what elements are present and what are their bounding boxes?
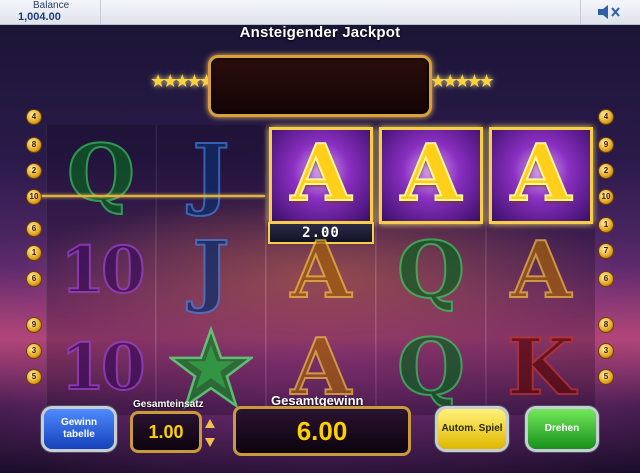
line-marker-right[interactable]: 3 (598, 343, 614, 359)
symbol-k: K (506, 321, 576, 413)
line-marker-right[interactable]: 9 (598, 137, 614, 153)
autoplay-button[interactable]: Autom. Spiel (438, 409, 506, 449)
jackpot-display (208, 55, 432, 117)
symbol-a: A (290, 224, 353, 316)
symbol-cell: K (487, 319, 595, 416)
symbol-q: Q (396, 321, 466, 413)
symbol-cell: A (267, 222, 375, 319)
total-win-value: 6.00 (233, 406, 411, 456)
line-marker-left[interactable]: 6 (26, 271, 42, 287)
symbol-cell: Q (377, 319, 485, 416)
balance-value: 1,004.00 (18, 11, 61, 23)
symbol-a: A (510, 127, 573, 219)
line-marker-right[interactable]: 5 (598, 369, 614, 385)
stake-label: Gesamteinsatz (133, 399, 204, 410)
symbol-10: 10 (59, 232, 146, 308)
sound-toggle[interactable] (580, 0, 640, 24)
symbol-cell: A (267, 125, 375, 224)
speaker-mute-icon[interactable] (596, 4, 622, 20)
reel-1: Q 10 10 (46, 125, 155, 415)
line-marker-left[interactable]: 9 (26, 317, 42, 333)
line-marker-right[interactable]: 1 (598, 217, 614, 233)
reel-3: A 2.00 A A (266, 125, 375, 415)
line-marker-left[interactable]: 10 (26, 189, 42, 205)
stars-right-icon: ★★★★★ (430, 71, 495, 91)
symbol-10: 10 (59, 329, 146, 405)
symbol-cell: Q (377, 222, 485, 319)
symbol-cell: J (157, 125, 265, 222)
line-marker-right[interactable]: 6 (598, 271, 614, 287)
star-symbol-icon (169, 325, 253, 409)
symbol-a: A (400, 127, 463, 219)
symbol-a: A (290, 127, 353, 219)
line-marker-left[interactable]: 5 (26, 369, 42, 385)
stake-value: 1.00 (130, 411, 202, 453)
symbol-cell: J (157, 222, 265, 319)
line-marker-left[interactable]: 6 (26, 221, 42, 237)
paytable-button[interactable]: Gewinn tabelle (44, 409, 114, 449)
reel-2: J J (156, 125, 265, 415)
stake-stepper-icon[interactable] (204, 418, 216, 448)
top-bar: Balance 1,004.00 (0, 0, 640, 25)
line-marker-left[interactable]: 2 (26, 163, 42, 179)
spin-button[interactable]: Drehen (528, 409, 596, 449)
reel-4: A Q Q (376, 125, 485, 415)
line-marker-right[interactable]: 2 (598, 163, 614, 179)
symbol-cell: A (377, 125, 485, 224)
balance-display: Balance 1,004.00 (0, 0, 101, 24)
line-marker-left[interactable]: 4 (26, 109, 42, 125)
reel-area: Q 10 10 J J A 2.00 A A A Q Q A A K (39, 125, 596, 415)
jackpot-title: Ansteigender Jackpot (239, 25, 401, 41)
balance-label: Balance (33, 0, 70, 11)
reel-5: A A K (486, 125, 595, 415)
symbol-cell: Q (47, 125, 155, 222)
symbol-q: Q (396, 224, 466, 316)
line-marker-left[interactable]: 3 (26, 343, 42, 359)
symbol-j: J (192, 224, 231, 316)
symbol-cell: 10 (47, 222, 155, 319)
line-marker-left[interactable]: 8 (26, 137, 42, 153)
symbol-cell: A (487, 125, 595, 224)
symbol-a: A (510, 224, 573, 316)
symbol-q: Q (66, 127, 136, 219)
stars-left-icon: ★★★★★ (150, 71, 215, 91)
line-marker-right[interactable]: 4 (598, 109, 614, 125)
line-marker-right[interactable]: 10 (598, 189, 614, 205)
line-marker-right[interactable]: 7 (598, 243, 614, 259)
symbol-j: J (192, 127, 231, 219)
symbol-cell: A (487, 222, 595, 319)
winning-payline (39, 195, 265, 197)
line-marker-left[interactable]: 1 (26, 245, 42, 261)
line-marker-right[interactable]: 8 (598, 317, 614, 333)
